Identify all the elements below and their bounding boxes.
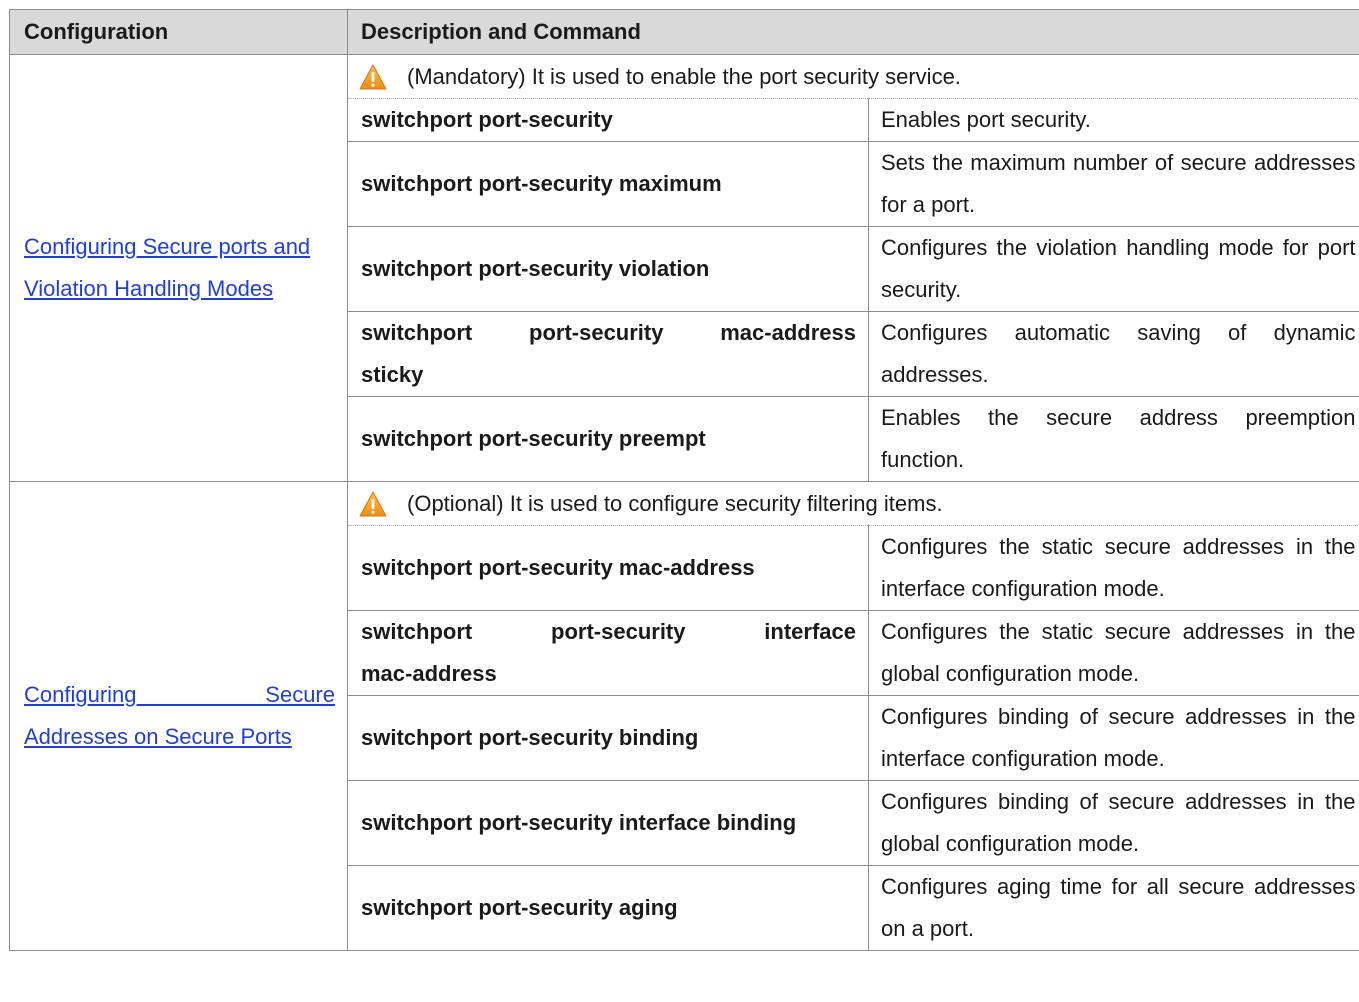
config-link-secure-ports[interactable]: Configuring Secure ports and Violation Ha… — [24, 234, 310, 301]
command-cell: switchport port-security — [347, 98, 869, 142]
config-link-secure-addresses[interactable]: Configuring Secure Addresses on Secure Po… — [24, 674, 335, 749]
description-cell: Configures aging time for all secure add… — [868, 865, 1359, 951]
command-cell: switchport port-security violation — [347, 226, 869, 312]
description-cell: Enables the secure address preemption fu… — [868, 396, 1359, 482]
command-line: switchport port-security interface — [361, 619, 856, 644]
description-cell: Sets the maximum number of secure addres… — [868, 141, 1359, 227]
description-cell: Configures binding of secure addresses i… — [868, 695, 1359, 781]
description-cell: Configures binding of secure addresses i… — [868, 780, 1359, 866]
note-text: (Mandatory) It is used to enable the por… — [407, 63, 961, 89]
header-description-command: Description and Command — [347, 9, 1359, 55]
note-cell: (Mandatory) It is used to enable the por… — [347, 54, 1359, 99]
command-cell: switchport port-security aging — [347, 865, 869, 951]
config-table: Configuration Description and Command Co… — [9, 9, 1359, 951]
command-cell: switchport port-security interface bindi… — [347, 780, 869, 866]
command-line: sticky — [361, 362, 424, 387]
description-cell: Configures automatic saving of dynamic a… — [868, 311, 1359, 397]
command-line: mac-address — [361, 661, 497, 686]
table-header-row: Configuration Description and Command — [9, 9, 1359, 55]
note-cell: (Optional) It is used to configure secur… — [347, 481, 1359, 526]
description-cell: Configures the violation handling mode f… — [868, 226, 1359, 312]
config-cell: Configuring Secure ports and Violation Ha… — [9, 54, 348, 482]
command-cell: switchport port-security mac-address sti… — [347, 311, 869, 397]
description-cell: Enables port security. — [868, 98, 1359, 142]
command-cell: switchport port-security mac-address — [347, 525, 869, 611]
config-cell: Configuring Secure Addresses on Secure Po… — [9, 481, 348, 951]
description-cell: Configures the static secure addresses i… — [868, 525, 1359, 611]
command-line: switchport port-security mac-address — [361, 320, 856, 345]
section-note-row: Configuring Secure ports and Violation Ha… — [9, 54, 1359, 482]
command-cell: switchport port-security binding — [347, 695, 869, 781]
warning-triangle-icon — [359, 64, 387, 89]
command-cell: switchport port-security interface mac-a… — [347, 610, 869, 696]
command-cell: switchport port-security maximum — [347, 141, 869, 227]
description-cell: Configures the static secure addresses i… — [868, 610, 1359, 696]
section-note-row: Configuring Secure Addresses on Secure Po… — [9, 481, 1359, 951]
header-configuration: Configuration — [9, 9, 348, 55]
warning-triangle-icon — [359, 491, 387, 516]
command-cell: switchport port-security preempt — [347, 396, 869, 482]
note-text: (Optional) It is used to configure secur… — [407, 490, 943, 516]
